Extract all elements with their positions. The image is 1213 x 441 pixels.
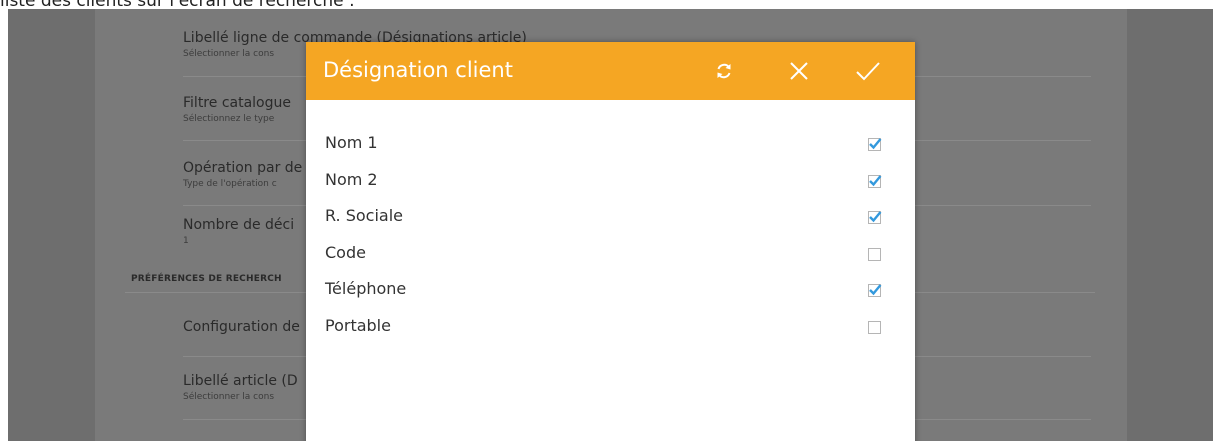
option-row-nom-2[interactable]: Nom 2 (306, 162, 915, 199)
refresh-icon[interactable] (712, 59, 736, 83)
checkmark-icon[interactable] (855, 59, 880, 83)
close-icon[interactable] (787, 59, 811, 83)
page-caption: liste des clients sur l'écran de recherc… (0, 0, 355, 11)
option-row-nom-1[interactable]: Nom 1 (306, 125, 915, 162)
checkbox[interactable] (868, 248, 881, 261)
client-designation-dialog: Désignation client Nom 1 Nom 2 R. Social… (306, 42, 915, 441)
option-row-telephone[interactable]: Téléphone (306, 271, 915, 308)
checkbox[interactable] (868, 321, 881, 334)
checkbox[interactable] (868, 175, 882, 188)
option-label: Portable (325, 316, 391, 335)
checkbox[interactable] (868, 211, 882, 224)
tablet-screen: Libellé ligne de commande (Désignations … (8, 9, 1213, 441)
option-label: R. Sociale (325, 206, 403, 225)
option-row-code[interactable]: Code (306, 235, 915, 272)
option-row-raison-sociale[interactable]: R. Sociale (306, 198, 915, 235)
option-label: Nom 1 (325, 133, 378, 152)
option-label: Nom 2 (325, 170, 378, 189)
checkbox[interactable] (868, 284, 882, 297)
checkmark-icon (869, 175, 882, 187)
option-label: Téléphone (325, 279, 407, 298)
dialog-title: Désignation client (323, 58, 513, 82)
dialog-header: Désignation client (306, 42, 915, 100)
option-row-portable[interactable]: Portable (306, 308, 915, 345)
checkmark-icon (869, 138, 882, 150)
checkbox[interactable] (868, 138, 882, 151)
checkmark-icon (869, 211, 882, 223)
checkmark-icon (869, 284, 882, 296)
option-label: Code (325, 243, 366, 262)
section-header-search-preferences: PRÉFÉRENCES DE RECHERCH (131, 274, 282, 284)
